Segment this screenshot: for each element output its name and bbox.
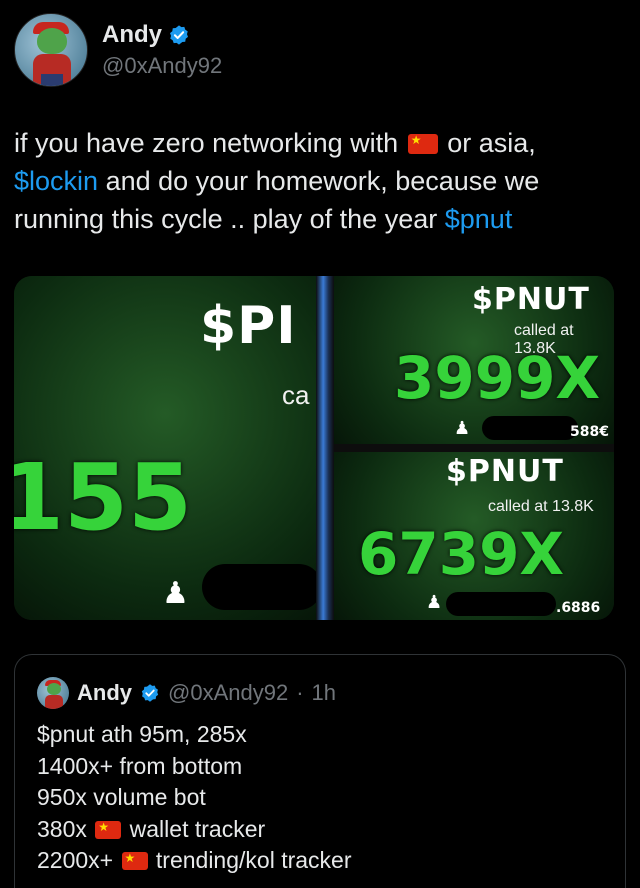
user-icon: ♟ xyxy=(454,418,471,438)
tweet-text-segment: or asia, xyxy=(447,128,536,158)
tweet-media-image[interactable]: $PI ca 155 ♟ $PNUT called at 13.8K 3999X… xyxy=(14,276,614,620)
redaction-mark xyxy=(446,592,556,616)
author-display-name[interactable]: Andy xyxy=(102,21,162,49)
separator-dot: · xyxy=(296,680,304,705)
quoted-line: 950x volume bot xyxy=(37,782,351,814)
author-avatar[interactable] xyxy=(14,13,88,87)
media-id-tail: .6886 xyxy=(556,600,601,616)
user-icon: ♟ xyxy=(162,577,189,610)
user-icon: ♟ xyxy=(426,592,443,612)
quoted-tweet[interactable]: Andy @0xAndy92 · 1h $pnut ath 95m, 285x … xyxy=(14,654,626,888)
media-multiplier: 3999X xyxy=(394,344,601,412)
quoted-line-text: 380x xyxy=(37,815,87,842)
quoted-line: 1400x+ from bottom xyxy=(37,751,351,783)
tweet-text: if you have zero networking with or asia… xyxy=(14,124,624,238)
author-names: Andy @0xAndy92 xyxy=(102,21,222,79)
quoted-tweet-body: $pnut ath 95m, 285x 1400x+ from bottom 9… xyxy=(37,719,351,877)
quoted-line-text: 2200x+ xyxy=(37,847,114,873)
media-multiplier: 6739X xyxy=(358,520,565,588)
quoted-line-after: trending/kol tracker xyxy=(155,847,352,873)
cashtag-lockin-link[interactable]: $lockin xyxy=(14,166,98,196)
media-panel-top-right: $PNUT called at 13.8K 3999X ♟ 588€ xyxy=(334,276,614,444)
tweet-header: Andy @0xAndy92 xyxy=(14,12,222,88)
quoted-line-text: $pnut ath 95m, 285x xyxy=(37,721,247,747)
media-panel-bottom-right: $PNUT called at 13.8K 6739X ♟ .6886 xyxy=(334,452,614,620)
media-divider xyxy=(316,276,334,620)
china-flag-icon xyxy=(121,850,148,870)
media-ticker: $PNUT xyxy=(472,282,590,317)
media-called-at: called at 13.8K xyxy=(488,498,594,515)
media-divider xyxy=(334,444,614,452)
china-flag-icon xyxy=(95,819,122,839)
media-panel-left: $PI ca 155 ♟ xyxy=(14,276,316,620)
redaction-mark xyxy=(482,416,578,440)
quoted-tweet-header: Andy @0xAndy92 · 1h xyxy=(37,677,336,709)
media-ticker: $PI xyxy=(200,296,297,356)
quoted-line: 380x wallet tracker xyxy=(37,814,351,846)
quoted-author-avatar xyxy=(37,677,69,709)
author-handle[interactable]: @0xAndy92 xyxy=(102,53,222,79)
quoted-line: $pnut ath 95m, 285x xyxy=(37,719,351,751)
verified-badge-icon xyxy=(170,25,188,45)
media-called-at: ca xyxy=(282,380,310,410)
quoted-author-name: Andy xyxy=(77,680,132,705)
tweet-text-segment: if you have zero networking with xyxy=(14,128,399,158)
media-ticker: $PNUT xyxy=(446,454,564,489)
redaction-mark xyxy=(202,564,316,610)
quoted-author-handle: @0xAndy92 xyxy=(168,680,289,705)
quoted-line: 2200x+ trending/kol tracker xyxy=(37,845,351,877)
quoted-line-text: 1400x+ from bottom xyxy=(37,752,243,779)
verified-badge-icon xyxy=(141,684,159,702)
china-flag-icon xyxy=(407,132,438,154)
cashtag-pnut-link[interactable]: $pnut xyxy=(445,204,513,234)
quoted-line-after: wallet tracker xyxy=(129,815,266,842)
quoted-timestamp: 1h xyxy=(311,680,336,705)
media-multiplier: 155 xyxy=(14,444,193,551)
media-id-tail: 588€ xyxy=(570,424,609,440)
quoted-line-text: 950x volume bot xyxy=(37,784,206,810)
